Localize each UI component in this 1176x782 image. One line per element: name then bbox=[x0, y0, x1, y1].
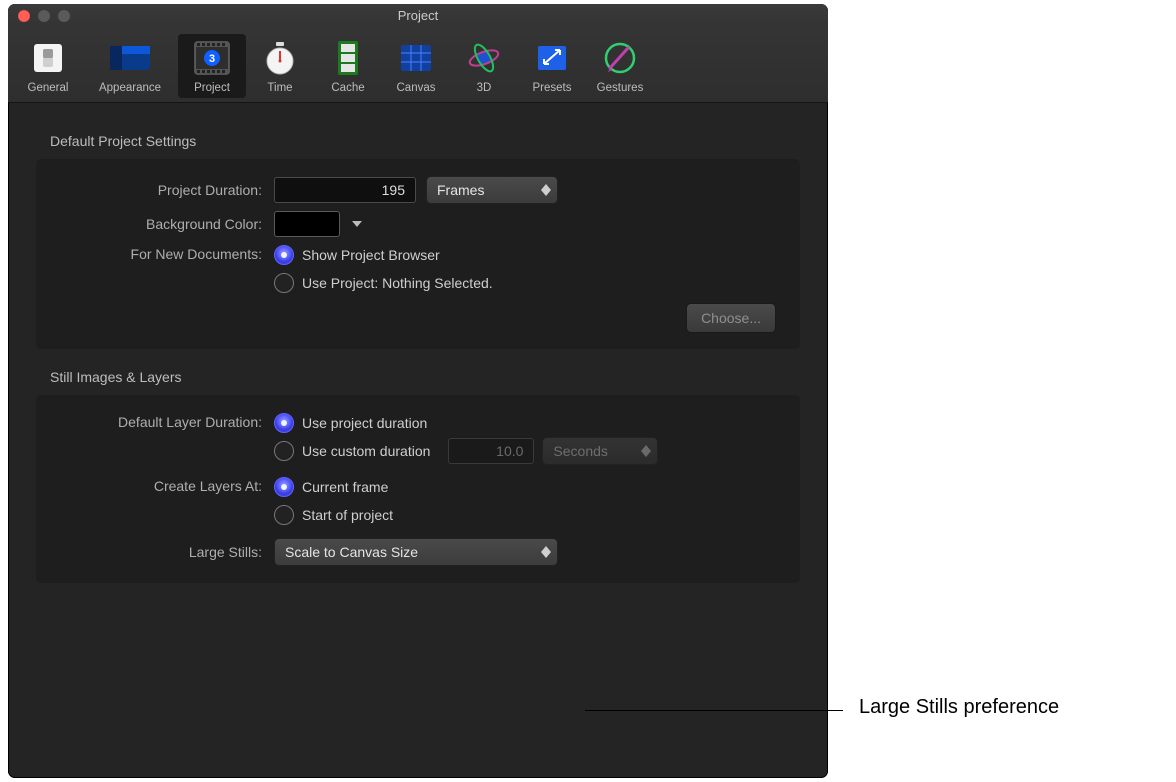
tab-label: Gestures bbox=[597, 82, 644, 94]
tab-label: Time bbox=[267, 82, 292, 94]
radio-icon bbox=[274, 505, 294, 525]
appearance-icon bbox=[107, 36, 153, 80]
updown-icon bbox=[639, 445, 653, 457]
radio-label: Use custom duration bbox=[302, 443, 430, 459]
layerdur-opt-custom[interactable]: Use custom duration Seconds bbox=[274, 437, 658, 465]
section-body-stills: Default Layer Duration: Use project dura… bbox=[36, 395, 800, 583]
updown-icon bbox=[539, 546, 553, 558]
button-label: Choose... bbox=[701, 310, 761, 326]
radio-icon bbox=[274, 273, 294, 293]
large-stills-popup[interactable]: Scale to Canvas Size bbox=[274, 538, 558, 566]
popup-value: Frames bbox=[437, 182, 484, 198]
create-layers-label: Create Layers At: bbox=[46, 473, 274, 494]
popup-value: Scale to Canvas Size bbox=[285, 544, 418, 560]
tab-label: Project bbox=[194, 82, 230, 94]
svg-text:3: 3 bbox=[209, 53, 215, 65]
radio-icon bbox=[274, 477, 294, 497]
tab-time[interactable]: Time bbox=[246, 34, 314, 98]
preferences-window: Project General Appearance bbox=[8, 4, 828, 778]
tab-gestures[interactable]: Gestures bbox=[586, 34, 654, 98]
tab-label: Appearance bbox=[99, 82, 161, 94]
radio-label: Current frame bbox=[302, 479, 388, 495]
layer-duration-label: Default Layer Duration: bbox=[46, 409, 274, 430]
radio-label: Start of project bbox=[302, 507, 393, 523]
prefs-toolbar: General Appearance bbox=[8, 28, 828, 103]
radio-label: Use project duration bbox=[302, 415, 427, 431]
radio-label: Use Project: Nothing Selected. bbox=[302, 275, 493, 291]
radio-icon bbox=[274, 441, 294, 461]
switch-icon bbox=[25, 36, 71, 80]
custom-duration-input bbox=[448, 438, 534, 464]
choose-button[interactable]: Choose... bbox=[686, 303, 776, 333]
large-stills-label: Large Stills: bbox=[46, 544, 274, 560]
chevron-down-icon[interactable] bbox=[350, 217, 364, 231]
tab-general[interactable]: General bbox=[14, 34, 82, 98]
section-title-stills: Still Images & Layers bbox=[50, 369, 804, 385]
tab-appearance[interactable]: Appearance bbox=[82, 34, 178, 98]
tab-canvas[interactable]: Canvas bbox=[382, 34, 450, 98]
resize-icon bbox=[529, 36, 575, 80]
radio-icon bbox=[274, 413, 294, 433]
updown-icon bbox=[539, 184, 553, 196]
pen-gesture-icon bbox=[597, 36, 643, 80]
tab-label: Cache bbox=[331, 82, 364, 94]
zoom-icon[interactable] bbox=[58, 10, 70, 22]
tab-presets[interactable]: Presets bbox=[518, 34, 586, 98]
project-duration-unit-popup[interactable]: Frames bbox=[426, 176, 558, 204]
tab-label: 3D bbox=[477, 82, 492, 94]
tab-label: Presets bbox=[533, 82, 572, 94]
grid-icon bbox=[393, 36, 439, 80]
titlebar: Project bbox=[8, 4, 828, 28]
radio-icon bbox=[274, 245, 294, 265]
project-duration-label: Project Duration: bbox=[46, 182, 274, 198]
callout-text: Large Stills preference bbox=[859, 696, 1059, 719]
tab-label: Canvas bbox=[397, 82, 436, 94]
section-title-project: Default Project Settings bbox=[50, 133, 804, 149]
stopwatch-icon bbox=[257, 36, 303, 80]
tab-cache[interactable]: Cache bbox=[314, 34, 382, 98]
createat-opt-start[interactable]: Start of project bbox=[274, 501, 393, 529]
filmstrip-icon: 3 bbox=[189, 36, 235, 80]
newdoc-label: For New Documents: bbox=[46, 241, 274, 262]
project-pane: Default Project Settings Project Duratio… bbox=[8, 103, 828, 613]
radio-label: Show Project Browser bbox=[302, 247, 440, 263]
newdoc-opt-use-project[interactable]: Use Project: Nothing Selected. bbox=[274, 269, 493, 297]
bgcolor-well[interactable] bbox=[274, 211, 340, 237]
createat-opt-current[interactable]: Current frame bbox=[274, 473, 393, 501]
ram-icon bbox=[325, 36, 371, 80]
minimize-icon[interactable] bbox=[38, 10, 50, 22]
section-body-project: Project Duration: Frames Background Colo… bbox=[36, 159, 800, 349]
tab-label: General bbox=[28, 82, 69, 94]
close-icon[interactable] bbox=[18, 10, 30, 22]
newdoc-opt-show-browser[interactable]: Show Project Browser bbox=[274, 241, 493, 269]
bgcolor-label: Background Color: bbox=[46, 216, 274, 232]
project-duration-input[interactable] bbox=[274, 177, 416, 203]
custom-duration-unit-popup: Seconds bbox=[542, 437, 658, 465]
window-title: Project bbox=[398, 8, 438, 23]
tab-3d[interactable]: 3D bbox=[450, 34, 518, 98]
layerdur-opt-project[interactable]: Use project duration bbox=[274, 409, 658, 437]
popup-value: Seconds bbox=[553, 443, 607, 459]
traffic-lights bbox=[18, 10, 70, 22]
tab-project[interactable]: 3 Project bbox=[178, 34, 246, 98]
gyro-3d-icon bbox=[461, 36, 507, 80]
